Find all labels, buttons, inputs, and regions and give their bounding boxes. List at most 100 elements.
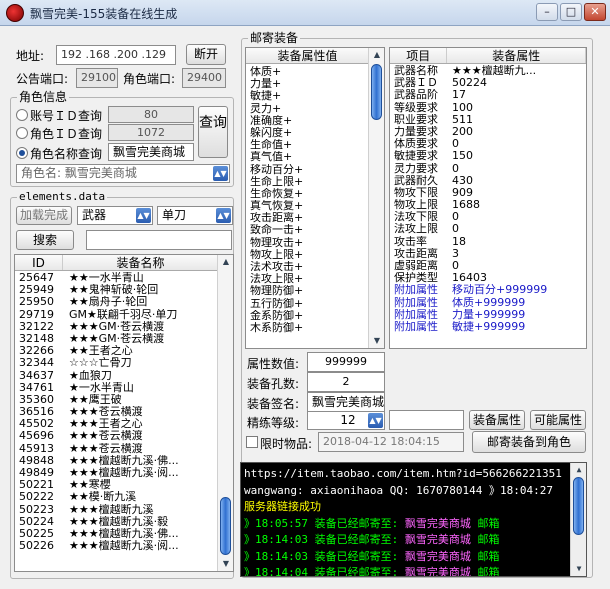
table-row[interactable]: 附加属性 敏捷+999999 — [394, 321, 586, 333]
table-row[interactable]: 等级要求 100 — [394, 102, 586, 114]
col-name-header[interactable]: 装备名称 — [63, 255, 219, 270]
equip-attr-button[interactable]: 装备属性 — [469, 410, 525, 430]
table-row[interactable]: 50223 ★★★檀越断九溪 — [15, 504, 233, 516]
list-item[interactable]: 生命值+ — [250, 139, 384, 151]
table-row[interactable]: 附加属性 体质+999999 — [394, 297, 586, 309]
table-row[interactable]: 灵力要求 0 — [394, 163, 586, 175]
table-row[interactable]: 武器品阶 17 — [394, 89, 586, 101]
load-complete-button[interactable]: 加载完成 — [16, 206, 72, 225]
table-row[interactable]: 32148 ★★★GM·苍云横渡 — [15, 333, 233, 345]
scroll-up-icon[interactable]: ▲ — [571, 463, 586, 477]
table-row[interactable]: 50222 ★★模·断九溪 — [15, 491, 233, 503]
table-row[interactable]: 敏捷要求 150 — [394, 150, 586, 162]
list-item[interactable]: 金系防御+ — [250, 310, 384, 322]
col-item-header[interactable]: 项目 — [390, 48, 448, 63]
table-row[interactable]: 49848 ★★★檀越断九溪·佛... — [15, 455, 233, 467]
table-row[interactable]: 攻击率 18 — [394, 236, 586, 248]
scroll-down-icon[interactable]: ▼ — [571, 562, 586, 576]
table-row[interactable]: 物攻下限 909 — [394, 187, 586, 199]
ip-address-field[interactable]: 192 .168 .200 .129 — [56, 45, 176, 65]
table-row[interactable]: 32344 ☆☆☆亡骨刀 — [15, 357, 233, 369]
property-table[interactable]: 项目 装备属性 武器名称 ★★★檀越断九... 武器ＩＤ 50224 武器品阶 17 等级要… — [389, 47, 587, 349]
table-row[interactable]: 45913 ★★★苍云横渡 — [15, 443, 233, 455]
table-row[interactable]: 体质要求 0 — [394, 138, 586, 150]
table-row[interactable]: 34761 ★一水半青山 — [15, 382, 233, 394]
list-item[interactable]: 法术攻击+ — [250, 261, 384, 273]
table-row[interactable]: 25647 ★★一水半青山 — [15, 272, 233, 284]
table-row[interactable]: 攻击距离 3 — [394, 248, 586, 260]
possible-attr-button[interactable]: 可能属性 — [530, 410, 586, 430]
role-name-combo[interactable]: 角色名: 飘雪完美商城 ▲▼ — [16, 164, 230, 183]
list-item[interactable]: 法攻上限+ — [250, 273, 384, 285]
list-item[interactable]: 物攻上限+ — [250, 249, 384, 261]
table-row[interactable]: 武器名称 ★★★檀越断九... — [394, 65, 586, 77]
table-row[interactable]: 32266 ★★王者之心 — [15, 345, 233, 357]
table-row[interactable]: 武器ＩＤ 50224 — [394, 77, 586, 89]
col-id-header[interactable]: ID — [15, 255, 63, 270]
equipment-list[interactable]: ID 装备名称 25647 ★★一水半青山 25949 ★★鬼神斩破·轮回 25950 ★… — [14, 254, 234, 572]
list-item[interactable]: 五行防御+ — [250, 298, 384, 310]
table-row[interactable]: 职业要求 511 — [394, 114, 586, 126]
list-item[interactable]: 体质+ — [250, 66, 384, 78]
subcategory-combo[interactable]: 单刀 ▲▼ — [157, 206, 233, 225]
table-row[interactable]: 附加属性 力量+999999 — [394, 309, 586, 321]
gm-port-field[interactable]: 29100 — [76, 68, 118, 88]
radio-role-id[interactable] — [16, 127, 28, 139]
table-row[interactable]: 34637 ★血狼刀 — [15, 370, 233, 382]
table-row[interactable]: 50221 ★★寒櫻 — [15, 479, 233, 491]
role-port-field[interactable]: 29400 — [182, 68, 226, 88]
disconnect-button[interactable]: 断开 — [186, 44, 226, 65]
list-item[interactable]: 物理攻击+ — [250, 237, 384, 249]
radio-account-id[interactable] — [16, 109, 28, 121]
category-combo[interactable]: 武器 ▲▼ — [77, 206, 153, 225]
table-row[interactable]: 保护类型 16403 — [394, 272, 586, 284]
query-button[interactable]: 查询 — [198, 106, 228, 158]
col-prop-header[interactable]: 装备属性 — [447, 48, 586, 63]
table-row[interactable]: 25949 ★★鬼神斩破·轮回 — [15, 284, 233, 296]
role-id-field[interactable]: 1072 — [108, 124, 194, 141]
list-item[interactable]: 敏捷+ — [250, 90, 384, 102]
table-row[interactable]: 29719 GM★联翩千羽尽·单刀 — [15, 309, 233, 321]
equipment-list-scrollbar[interactable]: ▲ ▼ — [217, 255, 233, 571]
console-scrollbar[interactable]: ▲ ▼ — [570, 463, 586, 576]
list-item[interactable]: 灵力+ — [250, 103, 384, 115]
scroll-thumb[interactable] — [371, 64, 382, 120]
scroll-thumb[interactable] — [573, 477, 584, 535]
list-item[interactable]: 真气恢复+ — [250, 200, 384, 212]
attr-value-field[interactable]: 999999 — [307, 352, 385, 372]
role-name-field[interactable]: 飘雪完美商城 — [108, 143, 194, 161]
list-item[interactable]: 力量+ — [250, 78, 384, 90]
list-item[interactable]: 躲闪度+ — [250, 127, 384, 139]
list-item[interactable]: 生命上限+ — [250, 176, 384, 188]
table-row[interactable]: 32122 ★★★GM·苍云横渡 — [15, 321, 233, 333]
maximize-button[interactable]: □ — [560, 3, 582, 21]
table-row[interactable]: 25950 ★★扇舟子·轮回 — [15, 296, 233, 308]
table-row[interactable]: 49849 ★★★檀越断九溪·阅... — [15, 467, 233, 479]
table-row[interactable]: 力量要求 200 — [394, 126, 586, 138]
table-row[interactable]: 法攻上限 0 — [394, 223, 586, 235]
refine-extra-field[interactable] — [389, 410, 464, 430]
signature-field[interactable]: 飘雪完美商城 — [307, 392, 385, 412]
list-item[interactable]: 准确度+ — [250, 115, 384, 127]
attr-header[interactable]: 装备属性值 — [246, 48, 370, 63]
list-item[interactable]: 攻击距离+ — [250, 212, 384, 224]
table-row[interactable]: 法攻下限 0 — [394, 211, 586, 223]
table-row[interactable]: 50224 ★★★檀越断九溪·毅 — [15, 516, 233, 528]
list-item[interactable]: 真气值+ — [250, 151, 384, 163]
table-row[interactable]: 武器耐久 430 — [394, 175, 586, 187]
table-row[interactable]: 36516 ★★★苍云横渡 — [15, 406, 233, 418]
account-id-field[interactable]: 80 — [108, 106, 194, 123]
list-item[interactable]: 木系防御+ — [250, 322, 384, 334]
scroll-up-icon[interactable]: ▲ — [218, 255, 233, 269]
search-input[interactable] — [86, 230, 232, 250]
list-item[interactable]: 生命恢复+ — [250, 188, 384, 200]
scroll-thumb[interactable] — [220, 497, 231, 555]
limit-item-checkbox[interactable] — [246, 436, 258, 448]
scroll-down-icon[interactable]: ▼ — [369, 334, 384, 348]
table-row[interactable]: 45502 ★★★王者之心 — [15, 418, 233, 430]
holes-field[interactable]: 2 — [307, 372, 385, 392]
close-button[interactable]: ✕ — [584, 3, 606, 21]
list-item[interactable]: 致命一击+ — [250, 224, 384, 236]
table-row[interactable]: 50226 ★★★檀越断九溪·阅... — [15, 540, 233, 552]
table-row[interactable]: 45696 ★★★苍云横渡 — [15, 430, 233, 442]
